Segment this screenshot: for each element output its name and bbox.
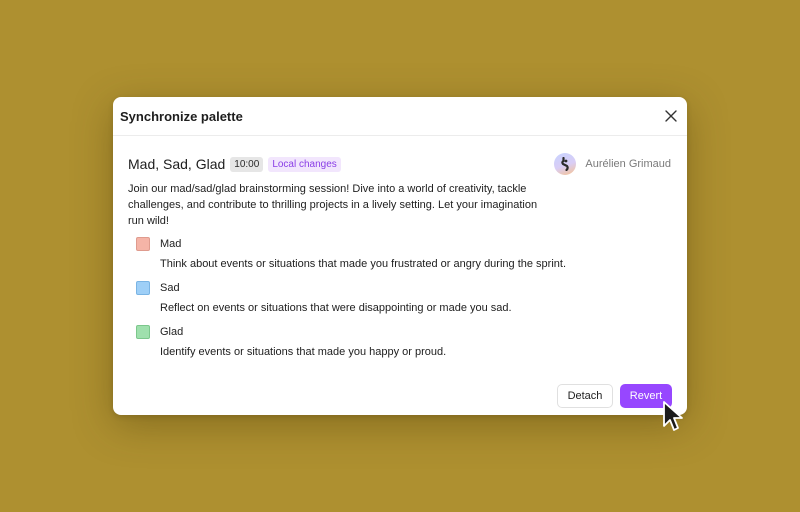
board-heading: Mad, Sad, Glad 10:00 Local changes: [128, 156, 341, 172]
avatar: [554, 153, 577, 175]
synchronize-palette-dialog: Synchronize palette Mad, Sad, Glad 10:00…: [113, 97, 687, 415]
category-name: Sad: [160, 282, 180, 294]
mouse-pointer-icon: [663, 401, 683, 431]
category-description: Reflect on events or situations that wer…: [160, 302, 512, 314]
category-description: Identify events or situations that made …: [160, 346, 447, 358]
author-name: Aurélien Grimaud: [585, 158, 671, 170]
color-swatch-mad: [136, 237, 150, 251]
board-title: Mad, Sad, Glad: [128, 156, 226, 172]
time-badge: 10:00: [230, 156, 264, 172]
color-swatch-glad: [136, 325, 150, 339]
author: Aurélien Grimaud: [554, 153, 671, 175]
category-description: Think about events or situations that ma…: [160, 258, 567, 270]
close-icon: [665, 110, 677, 122]
avatar-icon: [561, 157, 570, 171]
status-badge: Local changes: [268, 156, 341, 172]
dialog-title: Synchronize palette: [120, 109, 243, 124]
close-button[interactable]: [661, 106, 681, 126]
detach-button[interactable]: Detach: [557, 384, 613, 408]
category-name: Mad: [160, 238, 182, 250]
board-description: Join our mad/sad/glad brainstorming sess…: [128, 183, 538, 227]
color-swatch-sad: [136, 281, 150, 295]
dialog-header: Synchronize palette: [113, 97, 687, 136]
category-name: Glad: [160, 326, 184, 338]
